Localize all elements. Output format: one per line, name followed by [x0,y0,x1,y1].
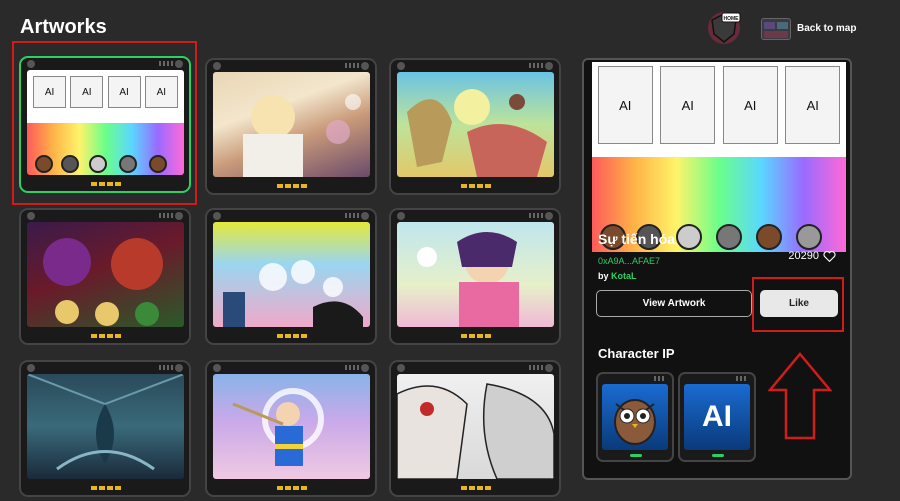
map-thumbnail-icon[interactable] [761,18,791,40]
card-stripes [736,376,748,381]
artwork-card-5[interactable] [205,208,377,345]
card-status-bar [461,486,491,490]
artwork-image [213,222,370,327]
card-status-bar [277,334,307,338]
corner-dot [213,212,221,220]
ai-label: AI [722,66,778,144]
artworks-screen: Artworks HOME Back to map AI AI AI AI AI… [0,0,900,501]
ai-label: AI [660,66,716,144]
ai-label: AI [144,76,178,108]
artwork-card-2[interactable] [205,58,377,195]
artwork-image [213,374,370,479]
character-card-ai[interactable]: AI [678,372,756,462]
highlight-outline-like [752,277,844,332]
ai-label: AI [33,76,66,108]
corner-dot [213,62,221,70]
card-status-bar [630,454,642,457]
card-status-bar [91,486,121,490]
corner-dot [27,364,35,372]
artwork-card-9[interactable] [389,360,561,497]
corner-dot [545,212,553,220]
card-stripes [529,63,543,68]
corner-dot [175,364,183,372]
corner-dot [27,212,35,220]
corner-dot [361,212,369,220]
corner-dot [397,364,405,372]
card-status-bar [277,486,307,490]
artwork-card-3[interactable] [389,58,561,195]
page-title: Artworks [20,16,107,38]
corner-dot [397,212,405,220]
card-stripes [345,213,359,218]
ai-logo-text: AI [702,400,732,433]
ai-logo-image: AI [684,384,750,450]
card-status-bar [461,334,491,338]
ai-label: AI [785,66,841,144]
artwork-image [27,222,184,327]
owl-icon [602,384,668,450]
corner-dot [175,212,183,220]
corner-dot [213,364,221,372]
back-to-map-link[interactable]: Back to map [797,23,856,34]
artwork-card-6[interactable] [389,208,561,345]
artwork-card-4[interactable] [19,208,191,345]
detail-hero-image: AI AI AI AI [592,62,846,252]
heart-icon[interactable] [823,250,836,262]
card-stripes [345,63,359,68]
card-stripes [159,365,173,370]
card-status-bar [277,184,307,188]
corner-dot [545,364,553,372]
up-arrow-annotation-icon [768,352,832,440]
artwork-image [397,72,554,177]
card-stripes [345,365,359,370]
corner-dot [397,62,405,70]
character-card-owl[interactable] [596,372,674,462]
card-status-bar [91,182,121,186]
by-prefix: by [598,271,609,281]
card-stripes [159,213,173,218]
author-name[interactable]: KotaL [611,271,637,281]
view-artwork-button[interactable]: View Artwork [596,290,752,317]
card-stripes [159,61,173,66]
card-status-bar [712,454,724,457]
card-status-bar [91,334,121,338]
artwork-image [213,72,370,177]
avatar[interactable]: HOME [704,8,744,48]
card-stripes [529,365,543,370]
artwork-address[interactable]: 0xA9A...AFAE7 [598,256,660,266]
artwork-image [397,222,554,327]
avatar-badge-text: HOME [724,16,740,22]
like-count-value: 20290 [788,250,819,262]
like-count: 20290 [788,250,836,262]
artwork-image [397,374,554,479]
corner-dot [175,60,183,68]
card-stripes [529,213,543,218]
artwork-image [27,374,184,479]
artwork-card-8[interactable] [205,360,377,497]
card-status-bar [461,184,491,188]
corner-dot [27,60,35,68]
artwork-image: AI AI AI AI [27,70,184,175]
ai-label: AI [597,66,653,144]
corner-dot [545,62,553,70]
artwork-card-1[interactable]: AI AI AI AI [19,56,191,193]
artwork-title: Sự tiến hóa [598,231,676,247]
card-stripes [654,376,666,381]
ai-label: AI [70,76,104,108]
ai-label: AI [107,76,141,108]
corner-dot [361,364,369,372]
character-ip-title: Character IP [598,346,675,361]
artwork-author: by KotaL [598,271,637,281]
corner-dot [361,62,369,70]
artwork-card-7[interactable] [19,360,191,497]
